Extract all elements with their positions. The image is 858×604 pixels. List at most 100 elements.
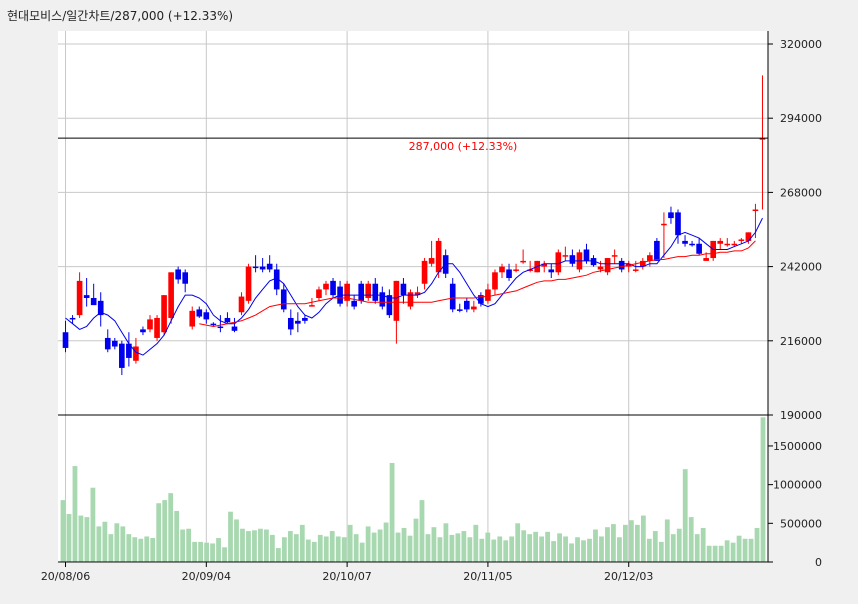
- volume-bar: [126, 534, 132, 562]
- candle-body: [358, 283, 365, 301]
- volume-bar: [287, 531, 293, 562]
- candle-body: [654, 240, 660, 261]
- candle-body: [295, 320, 301, 324]
- volume-bar: [341, 537, 347, 562]
- candle-body: [569, 255, 576, 264]
- volume-bar: [371, 532, 377, 562]
- volume-bar: [246, 531, 251, 562]
- volume-bar: [539, 536, 545, 562]
- volume-bar: [503, 540, 509, 562]
- candle-body: [724, 243, 731, 246]
- candle-body: [485, 289, 491, 301]
- volume-bar: [222, 547, 227, 562]
- volume-bar: [646, 538, 652, 562]
- candle-body: [140, 329, 146, 333]
- current-price-label: 287,000 (+12.33%): [409, 140, 518, 153]
- price-tick-label: 268000: [780, 186, 822, 199]
- candle-body: [682, 240, 688, 244]
- volume-bar: [491, 539, 497, 562]
- candle-body: [330, 280, 336, 296]
- candle-body: [182, 272, 189, 284]
- volume-bar: [575, 537, 580, 562]
- volume-bar: [694, 534, 700, 562]
- volume-bar: [275, 548, 281, 562]
- volume-bar: [497, 536, 503, 562]
- volume-bar: [557, 533, 562, 562]
- candle-body: [252, 266, 259, 269]
- volume-bar: [521, 530, 527, 562]
- volume-bar: [234, 519, 239, 562]
- volume-bar: [724, 540, 730, 562]
- candle-body: [703, 258, 709, 261]
- volume-bar: [180, 529, 186, 562]
- candle-body: [266, 263, 273, 270]
- volume-bar: [718, 545, 724, 562]
- volume-bar: [150, 538, 156, 562]
- volume-bar: [293, 534, 299, 562]
- candle-body: [245, 266, 252, 301]
- candle-body: [217, 326, 224, 329]
- volume-bar: [168, 493, 174, 562]
- volume-bar: [72, 466, 78, 562]
- volume-bar: [299, 524, 305, 562]
- volume-bar: [425, 534, 431, 562]
- candle-body: [62, 332, 69, 348]
- volume-tick-label: 1500000: [773, 440, 822, 453]
- volume-bar: [66, 514, 72, 562]
- volume-bar: [162, 500, 168, 562]
- candle-body: [111, 340, 118, 347]
- candle-body: [696, 243, 702, 254]
- volume-bar: [317, 534, 323, 562]
- volume-bar: [593, 529, 598, 562]
- candle-body: [456, 309, 463, 311]
- candle-body: [435, 240, 442, 273]
- volume-bar: [144, 536, 150, 562]
- candle-body: [752, 209, 759, 212]
- volume-bar: [210, 543, 215, 562]
- volume-bar: [383, 522, 389, 562]
- volume-bar: [652, 531, 658, 562]
- x-tick-label: 20/11/05: [463, 570, 512, 583]
- candle-body: [449, 283, 456, 310]
- candle-body: [309, 305, 315, 307]
- volume-bar: [700, 527, 706, 562]
- volume-bar: [377, 529, 383, 562]
- volume-tick-label: 500000: [780, 517, 822, 530]
- candle-body: [175, 269, 181, 280]
- candle-body: [259, 266, 266, 270]
- candle-body: [196, 309, 203, 317]
- volume-bar: [443, 523, 449, 562]
- candle-body: [618, 260, 625, 270]
- x-tick-label: 20/12/03: [604, 570, 653, 583]
- candle-body: [668, 212, 674, 219]
- candle-body: [119, 343, 125, 368]
- x-tick-label: 20/10/07: [322, 570, 371, 583]
- candle-body: [189, 310, 196, 327]
- volume-bar: [551, 541, 556, 562]
- volume-bar: [120, 526, 126, 562]
- volume-bar: [485, 532, 491, 562]
- candle-body: [555, 252, 562, 273]
- volume-bar: [449, 534, 455, 562]
- candle-body: [323, 283, 329, 290]
- candle-body: [400, 283, 407, 296]
- volume-bar: [467, 537, 473, 562]
- volume-bar: [84, 517, 90, 562]
- volume-bar: [347, 524, 353, 562]
- candle-body: [520, 260, 526, 263]
- volume-bar: [264, 529, 269, 562]
- volume-bar: [335, 536, 341, 562]
- volume-bar: [461, 531, 467, 562]
- volume-bar: [204, 542, 209, 562]
- volume-bar: [754, 527, 760, 562]
- volume-bar: [533, 531, 539, 562]
- candle-body: [280, 289, 287, 310]
- volume-bar: [527, 534, 533, 562]
- candle-body: [133, 346, 139, 361]
- volume-bar: [401, 527, 407, 562]
- price-tick-label: 320000: [780, 38, 822, 51]
- volume-bar: [305, 539, 311, 562]
- candle-body: [147, 319, 153, 330]
- candle-body: [421, 260, 428, 284]
- candle-body: [69, 317, 76, 320]
